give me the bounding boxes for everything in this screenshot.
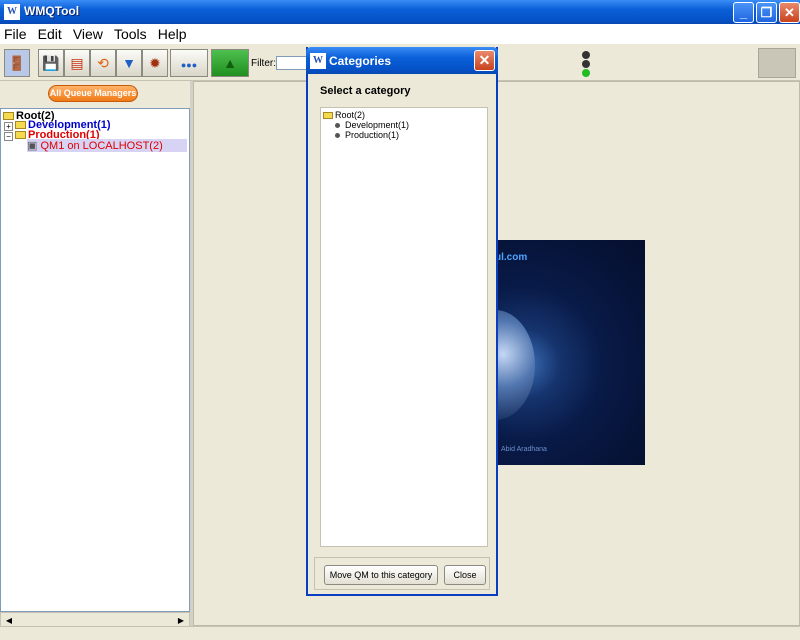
splash-image: ul.com Abid Aradhana — [495, 240, 645, 465]
refresh-icon: ⟲ — [97, 55, 109, 71]
save-icon: 💾 — [42, 55, 60, 71]
folder-icon — [3, 112, 14, 121]
splash-url: ul.com — [495, 252, 528, 263]
chart-icon: ▤ — [70, 55, 84, 71]
folder-icon — [15, 131, 26, 140]
filter-label: Filter: — [251, 58, 276, 69]
leaf-dot-icon — [335, 123, 340, 129]
queue-status-button[interactable]: ●●● — [170, 49, 208, 77]
menu-view[interactable]: View — [69, 24, 107, 42]
dialog-close-button[interactable]: Close — [444, 565, 486, 585]
move-qm-button[interactable]: Move QM to this category — [324, 565, 438, 585]
exit-button[interactable]: 🚪 — [4, 49, 30, 77]
title-bar: W WMQTool _ ❐ ✕ — [0, 0, 800, 24]
folder-icon — [323, 112, 333, 120]
status-bar — [0, 626, 800, 640]
queue-status-icon: ●●● — [180, 60, 198, 70]
window-title: WMQTool — [24, 4, 80, 18]
settings-button[interactable]: ✹ — [142, 49, 168, 77]
menu-help[interactable]: Help — [154, 24, 191, 42]
category-tree: Root(2) Development(1) Production(1) — [320, 107, 488, 547]
settings-icon: ✹ — [149, 55, 161, 71]
tree-node-qm1[interactable]: ▣ QM1 on LOCALHOST(2) — [27, 139, 187, 152]
monitor-icon: ▲ — [223, 55, 237, 71]
leaf-dot-icon — [335, 133, 340, 139]
save-button[interactable]: 💾 — [38, 49, 64, 77]
folder-icon — [15, 121, 26, 130]
expand-development-icon[interactable]: + — [4, 122, 13, 131]
dialog-close-icon[interactable]: ✕ — [474, 50, 495, 71]
all-queue-managers-button[interactable]: All Queue Managers — [48, 85, 138, 102]
maximize-button[interactable]: ❐ — [756, 2, 777, 23]
dialog-title: Categories — [329, 54, 392, 68]
menu-file[interactable]: File — [0, 24, 31, 42]
traffic-light-icon — [578, 50, 594, 77]
collapse-production-icon[interactable]: − — [4, 132, 13, 141]
close-window-button[interactable]: ✕ — [779, 2, 800, 23]
categories-dialog: W Categories ✕ Select a category Root(2)… — [306, 47, 498, 596]
refresh-button[interactable]: ⟲ — [90, 49, 116, 77]
queue-manager-tree: Root(2) + Development(1) − Production(1)… — [0, 108, 190, 612]
category-node-production[interactable]: Production(1) — [335, 130, 399, 140]
traffic-light-red — [582, 51, 590, 59]
splash-author: Abid Aradhana — [501, 446, 547, 453]
minimize-button[interactable]: _ — [733, 2, 754, 23]
filter-button[interactable]: ▼ — [116, 49, 142, 77]
wmq-logo-icon: W — [4, 4, 20, 20]
filter-input[interactable] — [276, 56, 310, 70]
monitor-button[interactable]: ▲ — [211, 49, 249, 77]
category-node-root-label: Root(2) — [335, 110, 366, 120]
menu-tools[interactable]: Tools — [110, 24, 151, 42]
traffic-light-yellow — [582, 60, 590, 68]
category-node-root[interactable]: Root(2) — [323, 110, 365, 120]
queue-manager-icon: ▣ — [27, 140, 38, 152]
category-node-development[interactable]: Development(1) — [335, 120, 409, 130]
exit-icon: 🚪 — [8, 55, 26, 71]
all-qm-header: All Queue Managers — [0, 81, 190, 107]
dialog-heading: Select a category — [320, 85, 411, 97]
disabled-toolbar-button — [758, 48, 796, 78]
menu-bar: File Edit View Tools Help — [0, 24, 800, 44]
tree-node-qm1-label: QM1 on LOCALHOST(2) — [40, 140, 163, 152]
chart-button[interactable]: ▤ — [64, 49, 90, 77]
category-node-development-label: Development(1) — [345, 120, 410, 130]
filter-icon: ▼ — [122, 55, 136, 71]
menu-edit[interactable]: Edit — [34, 24, 66, 42]
wmq-logo-icon: W — [310, 53, 326, 69]
dialog-title-bar[interactable]: W Categories ✕ — [306, 47, 498, 74]
globe-image — [495, 310, 535, 420]
category-node-production-label: Production(1) — [345, 130, 400, 140]
traffic-light-green — [582, 69, 590, 77]
left-panel: All Queue Managers Root(2) + Development… — [0, 81, 190, 631]
